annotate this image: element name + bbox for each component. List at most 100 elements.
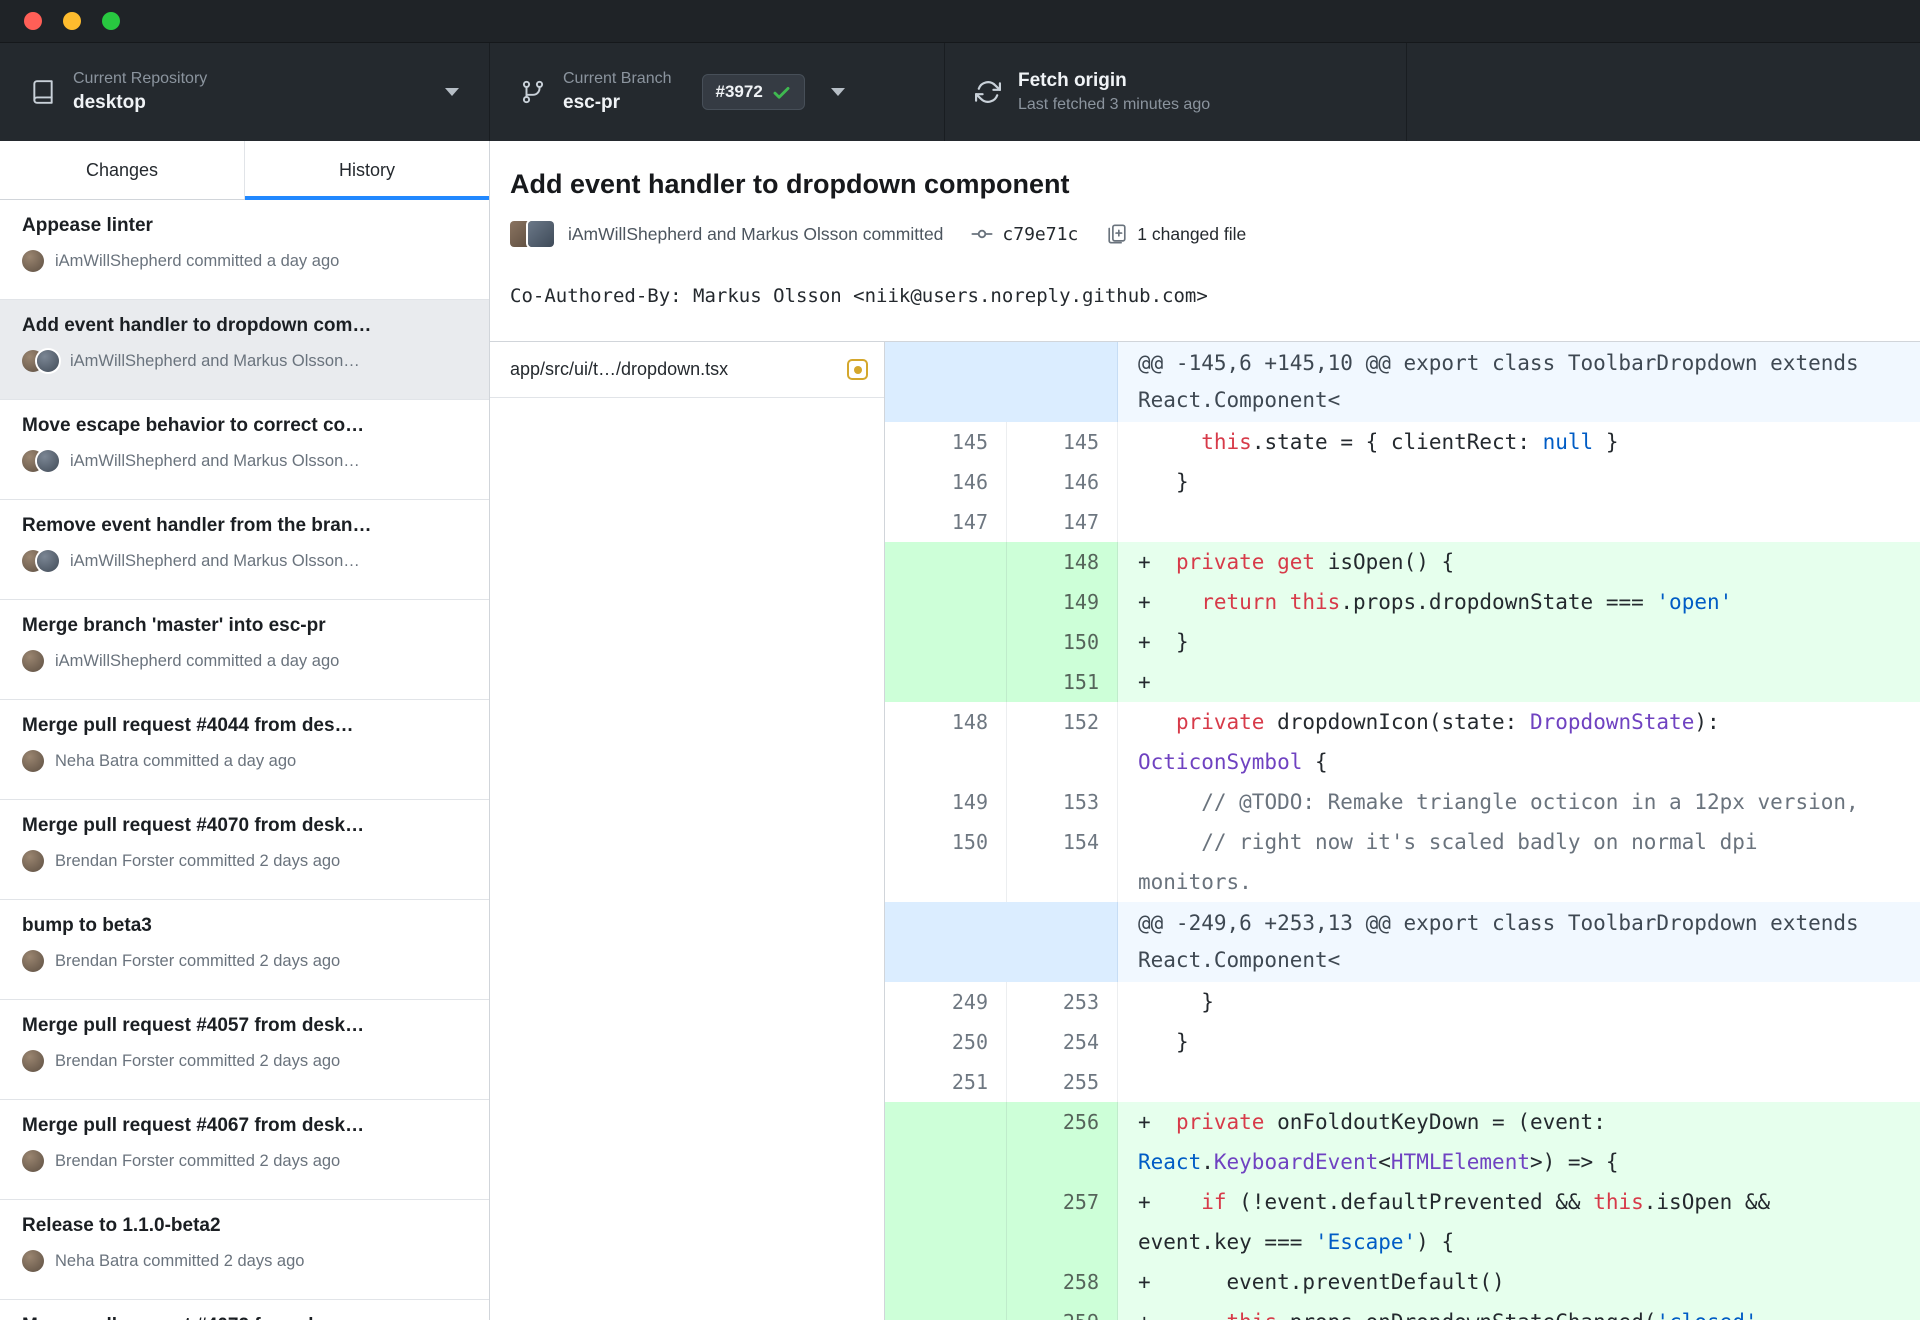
avatar <box>37 350 59 372</box>
commit-item-title: Merge pull request #4057 from desk… <box>22 1015 365 1036</box>
avatar <box>22 750 44 772</box>
diff-code-line: } <box>1138 982 1871 1022</box>
avatar-group <box>22 550 59 572</box>
changed-files-count: 1 changed file <box>1137 223 1247 244</box>
diff-code-line: + <box>1138 662 1871 702</box>
history-commit-item[interactable]: Merge pull request #4070 from desk… Brend… <box>0 800 489 900</box>
git-branch-icon <box>522 80 544 104</box>
diff-hunk-line: @@ -249,6 +253,13 @@ export class Toolba… <box>1138 911 1872 972</box>
diff-code-cell: this.state = { clientRect: null } <box>1118 422 1920 462</box>
commit-item-byline: Neha Batra committed a day ago <box>55 751 297 770</box>
diff-view: @@ -145,6 +145,10 @@ export class Toolba… <box>885 342 1920 1320</box>
history-commit-item[interactable]: Merge branch 'master' into esc-pr iAmWill… <box>0 600 489 700</box>
history-commit-item[interactable]: bump to beta3 Brendan Forster committed 2… <box>0 900 489 1000</box>
commit-item-title: Merge pull request #4067 from desk… <box>22 1115 365 1136</box>
diff-code-line <box>1138 1062 1871 1102</box>
diff-code-line <box>1138 502 1871 542</box>
fetch-title: Fetch origin <box>1018 70 1127 92</box>
commit-item-title: Remove event handler from the bran… <box>22 515 372 536</box>
diff-old-line-number <box>885 622 1007 662</box>
branch-label: Current Branch <box>563 70 672 88</box>
commit-byline: iAmWillShepherd and Markus Olsson commit… <box>568 223 944 244</box>
diff-new-line-number: 259 <box>1007 1302 1118 1320</box>
fetch-subtitle: Last fetched 3 minutes ago <box>1018 96 1211 114</box>
minimize-button[interactable] <box>63 12 81 30</box>
history-commit-item[interactable]: Merge pull request #4072 from des… <box>0 1300 489 1320</box>
avatar-group <box>22 950 44 972</box>
history-commit-item[interactable]: Release to 1.1.0-beta2 Neha Batra committ… <box>0 1200 489 1300</box>
added-line-marker: + <box>1138 1110 1151 1134</box>
commit-item-byline: Brendan Forster committed 2 days ago <box>55 951 341 970</box>
diff-code-cell: + <box>1118 662 1920 702</box>
context-line-marker <box>1138 830 1151 854</box>
author-avatars <box>510 221 554 247</box>
app-window: Current Repository desktop Current Branc… <box>0 0 1920 1320</box>
diff-code-line: + return this.props.dropdownState === 'o… <box>1138 590 1733 614</box>
history-commit-item[interactable]: Add event handler to dropdown com… iAmWil… <box>0 300 489 400</box>
diff-line: 146 146 } <box>885 462 1920 502</box>
sidebar: Changes History Appease linter iAmWillShe… <box>0 141 490 1320</box>
diff-new-line-number: 257 <box>1007 1182 1118 1262</box>
context-line-marker <box>1138 990 1151 1014</box>
repo-book-icon <box>33 80 53 104</box>
commit-item-byline: iAmWillShepherd and Markus Olsson… <box>70 451 360 470</box>
diff-code-cell <box>1118 502 1920 542</box>
git-commit-icon <box>971 229 993 239</box>
diff-old-line-number: 147 <box>885 502 1007 542</box>
history-commit-item[interactable]: Merge pull request #4067 from desk… Brend… <box>0 1100 489 1200</box>
diff-panel: app/src/ui/t…/dropdown.tsx @@ -145,6 +14… <box>490 341 1920 1320</box>
commit-item-title: bump to beta3 <box>22 915 152 936</box>
close-button[interactable] <box>24 12 42 30</box>
content: Changes History Appease linter iAmWillShe… <box>0 141 1920 1320</box>
titlebar <box>0 0 1920 43</box>
tab-changes[interactable]: Changes <box>0 141 245 199</box>
diff-hunk-text: @@ -145,6 +145,10 @@ export class Toolba… <box>1118 342 1920 422</box>
commit-item-meta: Brendan Forster committed 2 days ago <box>22 1150 467 1172</box>
diff-new-line-number: 255 <box>1007 1062 1118 1102</box>
history-commit-item[interactable]: Remove event handler from the bran… iAmWi… <box>0 500 489 600</box>
diff-old-line-number <box>885 582 1007 622</box>
history-commit-item[interactable]: Move escape behavior to correct co… iAmWi… <box>0 400 489 500</box>
history-commit-item[interactable]: Merge pull request #4057 from desk… Brend… <box>0 1000 489 1100</box>
diff-line: 257 + if (!event.defaultPrevented && this… <box>885 1182 1920 1262</box>
diff-new-line-number: 154 <box>1007 822 1118 902</box>
commit-item-meta: Brendan Forster committed 2 days ago <box>22 850 467 872</box>
repository-dropdown-button[interactable]: Current Repository desktop <box>0 43 490 141</box>
avatar <box>22 1050 44 1072</box>
branch-dropdown-button[interactable]: Current Branch esc-pr #3972 <box>490 43 945 141</box>
commit-item-byline: Brendan Forster committed 2 days ago <box>55 1151 341 1170</box>
commit-item-meta: Neha Batra committed a day ago <box>22 750 467 772</box>
avatar <box>22 250 44 272</box>
commit-sha: c79e71c <box>1002 223 1079 245</box>
diff-old-line-number: 250 <box>885 1022 1007 1062</box>
diff-code-cell: + return this.props.dropdownState === 'o… <box>1118 582 1920 622</box>
avatar <box>37 550 59 572</box>
diff-old-line-number: 150 <box>885 822 1007 902</box>
sync-icon <box>975 81 1001 103</box>
commit-item-byline: iAmWillShepherd and Markus Olsson… <box>70 351 360 370</box>
diff-new-line-number: 145 <box>1007 422 1118 462</box>
diff-code-cell: + private get isOpen() { <box>1118 542 1920 582</box>
commit-item-title: Merge pull request #4072 from des… <box>22 1315 467 1320</box>
tab-history[interactable]: History <box>245 141 489 200</box>
diff-line: 258 + event.preventDefault() <box>885 1262 1920 1302</box>
diff-new-line-number: 254 <box>1007 1022 1118 1062</box>
history-commit-item[interactable]: Appease linter iAmWillShepherd committed … <box>0 200 489 300</box>
avatar <box>22 1150 44 1172</box>
fetch-origin-button[interactable]: Fetch origin Last fetched 3 minutes ago <box>945 43 1407 141</box>
diff-hunk-gutter <box>885 342 1118 422</box>
modified-file-icon <box>847 359 868 380</box>
avatar-group <box>22 850 44 872</box>
zoom-button[interactable] <box>102 12 120 30</box>
avatar-group <box>22 1250 44 1272</box>
changed-file-item[interactable]: app/src/ui/t…/dropdown.tsx <box>490 342 884 398</box>
diff-old-line-number: 149 <box>885 782 1007 822</box>
added-line-marker: + <box>1138 630 1151 654</box>
diff-new-line-number: 149 <box>1007 582 1118 622</box>
history-commit-item[interactable]: Merge pull request #4044 from des… Neha B… <box>0 700 489 800</box>
pr-number: #3972 <box>715 82 763 101</box>
diff-line: 256 + private onFoldoutKeyDown = (event: … <box>885 1102 1920 1182</box>
diff-code-line: + private get isOpen() { <box>1138 550 1455 574</box>
diff-new-line-number: 148 <box>1007 542 1118 582</box>
avatar <box>22 850 44 872</box>
